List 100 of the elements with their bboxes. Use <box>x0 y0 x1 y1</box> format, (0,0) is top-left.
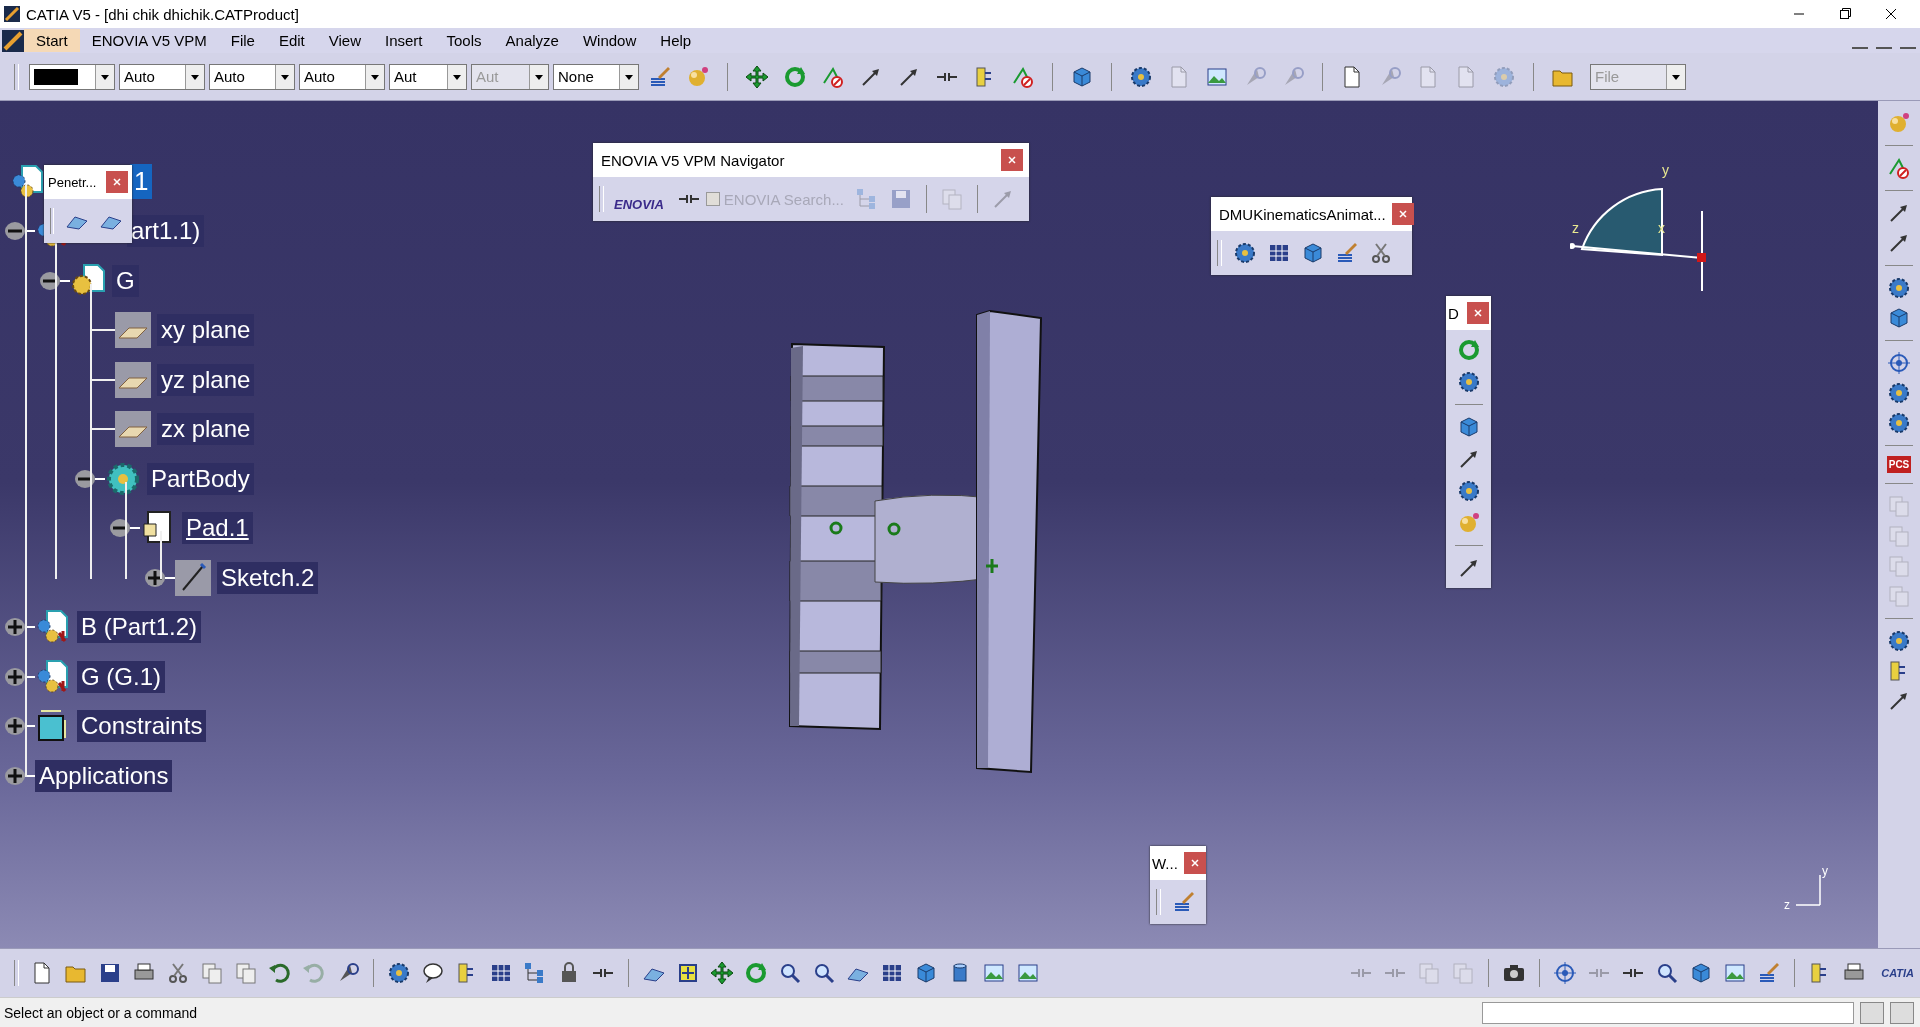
nosign-icon[interactable] <box>1887 156 1911 180</box>
app-logo-icon[interactable] <box>2 29 24 52</box>
magnifier-icon[interactable] <box>812 961 836 985</box>
status-message: Select an object or a command <box>4 1004 197 1021</box>
toolbar-title: D <box>1448 304 1459 322</box>
gear-icon[interactable] <box>1887 411 1911 435</box>
menu-item[interactable]: Help <box>648 29 704 52</box>
tree-node-label[interactable]: PartBody <box>147 462 254 495</box>
plane-icon <box>115 312 151 349</box>
close-button[interactable] <box>1467 302 1489 324</box>
brush-icon[interactable] <box>1335 241 1359 265</box>
expand-toggle-icon[interactable] <box>5 716 35 737</box>
dropdown-field[interactable] <box>29 63 115 90</box>
brush-icon[interactable] <box>1172 890 1196 914</box>
dropdown-field[interactable]: Aut <box>389 63 467 90</box>
gear-icon[interactable] <box>1129 64 1153 89</box>
cube-icon[interactable] <box>914 961 938 985</box>
collapse-toggle-icon[interactable] <box>40 270 70 291</box>
image-icon[interactable] <box>982 961 1006 985</box>
menu-item[interactable]: File <box>218 29 267 52</box>
gear-icon[interactable] <box>1456 370 1481 394</box>
menu-item[interactable]: Window <box>570 29 649 52</box>
window-title: CATIA V5 - [dhi chik dhichik.CATProduct] <box>26 5 299 23</box>
target-icon[interactable] <box>1553 961 1578 985</box>
tree-node-label[interactable]: art1.1) <box>127 215 205 248</box>
tree-node-label[interactable]: Applications <box>35 759 173 792</box>
dropdown-field[interactable]: Auto <box>299 63 385 90</box>
toolbar-title: W... <box>1152 854 1178 872</box>
tree-node-label[interactable]: G (G.1) <box>77 660 165 693</box>
close-button[interactable] <box>1001 149 1023 171</box>
undo-icon[interactable] <box>268 961 292 985</box>
dropdown-field[interactable]: Auto <box>209 63 295 90</box>
axis-triad-drawing: y z <box>1782 863 1832 913</box>
cube-icon[interactable] <box>1301 241 1325 265</box>
close-button[interactable] <box>1391 203 1414 225</box>
collapse-toggle-icon[interactable] <box>75 468 105 489</box>
menu-item[interactable]: Tools <box>434 29 494 52</box>
axis-label: y <box>1662 162 1669 178</box>
close-button[interactable] <box>1183 852 1206 874</box>
status-button[interactable] <box>1860 1001 1884 1024</box>
magnifier-icon[interactable] <box>778 961 802 985</box>
tree-node-label[interactable]: yz plane <box>157 363 255 396</box>
plane-icon <box>115 411 151 448</box>
menu-item[interactable]: Insert <box>373 29 435 52</box>
gear-icon[interactable] <box>1456 479 1481 503</box>
status-button[interactable] <box>1890 1001 1914 1024</box>
brush-icon[interactable] <box>1757 961 1782 985</box>
scissors-icon[interactable] <box>166 961 190 985</box>
menu-item[interactable]: ENOVIA V5 VPM <box>79 29 219 52</box>
tree-node-label[interactable]: Pad.1 <box>182 512 253 545</box>
tree-node-label[interactable]: Constraints <box>77 710 207 743</box>
rotate-icon[interactable] <box>1456 338 1481 362</box>
move-icon[interactable] <box>745 64 769 89</box>
gear-icon[interactable] <box>1887 629 1911 653</box>
tree-node-label[interactable]: zx plane <box>157 413 255 446</box>
dropdown-field[interactable]: Auto <box>119 63 205 90</box>
menu-item[interactable]: Edit <box>266 29 317 52</box>
move-icon[interactable] <box>710 961 734 985</box>
pcs-badge-icon[interactable]: PCS <box>1886 456 1912 473</box>
toolbar-title: ENOVIA V5 VPM Navigator <box>601 151 785 169</box>
tree-node-label[interactable]: 1 <box>130 164 153 200</box>
menu-item[interactable]: Start <box>24 29 80 52</box>
collapse-toggle-icon[interactable] <box>5 221 35 242</box>
scissors-icon[interactable] <box>1369 241 1393 265</box>
app-logo-icon <box>4 6 20 22</box>
expand-toggle-icon[interactable] <box>5 666 35 687</box>
speech-icon[interactable] <box>421 961 445 985</box>
tree-node-label[interactable]: G <box>112 264 139 297</box>
sphere-icon[interactable] <box>686 64 710 89</box>
gear-icon[interactable] <box>1233 241 1257 265</box>
frame-icon[interactable] <box>676 961 700 985</box>
image-icon[interactable] <box>1016 961 1040 985</box>
toolbar-title: DMUKinematicsAnimat... <box>1219 205 1386 223</box>
cube-icon[interactable] <box>1887 306 1911 330</box>
gear-icon[interactable] <box>1887 381 1911 405</box>
image-icon[interactable] <box>1723 961 1748 985</box>
gear-icon[interactable] <box>1887 276 1911 300</box>
tree-node-label[interactable]: Sketch.2 <box>217 561 319 594</box>
menu-item[interactable]: Analyze <box>493 29 571 52</box>
toolbar-title: Penetr... <box>48 174 97 190</box>
axis-label: z <box>1572 220 1579 236</box>
part-document-icon <box>35 658 71 695</box>
brush-icon[interactable] <box>648 64 672 89</box>
save-icon[interactable] <box>98 961 122 985</box>
part-document-icon <box>35 609 71 646</box>
dropdown-field[interactable]: None <box>553 63 639 90</box>
tree-node-label[interactable]: B (Part1.2) <box>77 611 202 644</box>
enovia-logo: ENOVIA <box>614 196 664 212</box>
expand-toggle-icon[interactable] <box>5 617 35 638</box>
collapse-toggle-icon[interactable] <box>110 518 140 539</box>
tree-node-label[interactable]: xy plane <box>157 314 255 347</box>
gear-icon[interactable] <box>387 961 411 985</box>
close-button[interactable] <box>106 171 128 193</box>
sketch-icon <box>175 559 211 596</box>
menu-item[interactable]: View <box>316 29 373 52</box>
command-input-field[interactable] <box>1482 1001 1854 1024</box>
plane-icon <box>115 361 151 398</box>
target-icon[interactable] <box>1887 351 1911 375</box>
magnifier-icon[interactable] <box>1655 961 1680 985</box>
sphere-icon[interactable] <box>1887 111 1911 135</box>
